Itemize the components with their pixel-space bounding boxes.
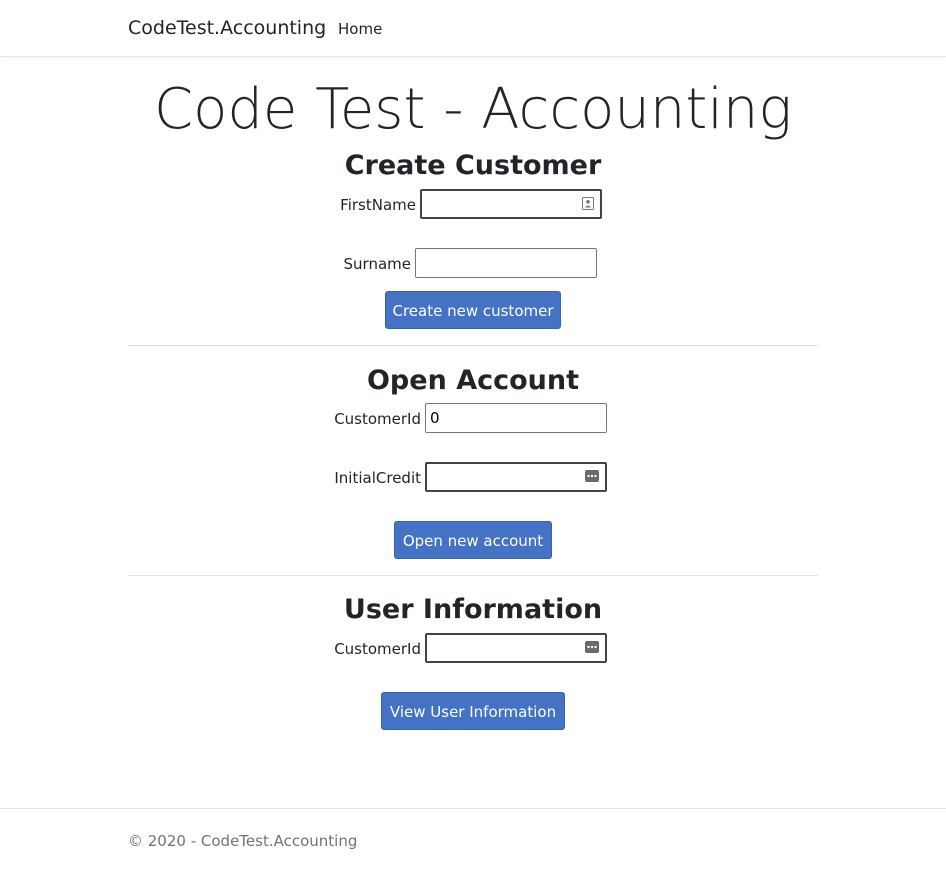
page-title: Code Test - Accounting [153, 77, 792, 142]
open-account-title: Open Account [366, 365, 580, 396]
footer-copyright: © 2020 - CodeTest.Accounting [128, 832, 358, 850]
top-navbar: CodeTest.Accounting Home [0, 0, 946, 57]
create-new-customer-button[interactable]: Create new customer [385, 291, 561, 329]
initialcredit-input[interactable] [425, 462, 607, 492]
navbar-brand-link[interactable]: CodeTest.Accounting [128, 16, 326, 40]
open-new-account-button[interactable]: Open new account [394, 521, 552, 559]
open-account-customerid-value: 0 [430, 409, 440, 427]
create-customer-title: Create Customer [344, 150, 602, 181]
firstname-label: FirstName [340, 196, 416, 214]
surname-label: Surname [343, 255, 411, 273]
initialcredit-label: InitialCredit [334, 469, 421, 487]
user-info-customerid-input[interactable] [425, 633, 607, 663]
more-dots-icon[interactable] [585, 470, 599, 482]
section-divider [128, 575, 818, 576]
firstname-input[interactable] [420, 189, 602, 219]
view-user-information-button[interactable]: View User Information [381, 692, 565, 730]
surname-input[interactable] [415, 248, 597, 278]
page-footer: © 2020 - CodeTest.Accounting [0, 808, 946, 870]
contact-card-icon[interactable] [582, 197, 594, 210]
more-dots-icon[interactable] [585, 641, 599, 653]
user-information-title: User Information [343, 594, 603, 625]
open-account-customerid-input[interactable]: 0 [425, 403, 607, 433]
user-info-customerid-label: CustomerId [334, 640, 421, 658]
nav-home-link[interactable]: Home [338, 19, 382, 39]
open-account-customerid-label: CustomerId [334, 410, 421, 428]
section-divider [128, 345, 818, 346]
